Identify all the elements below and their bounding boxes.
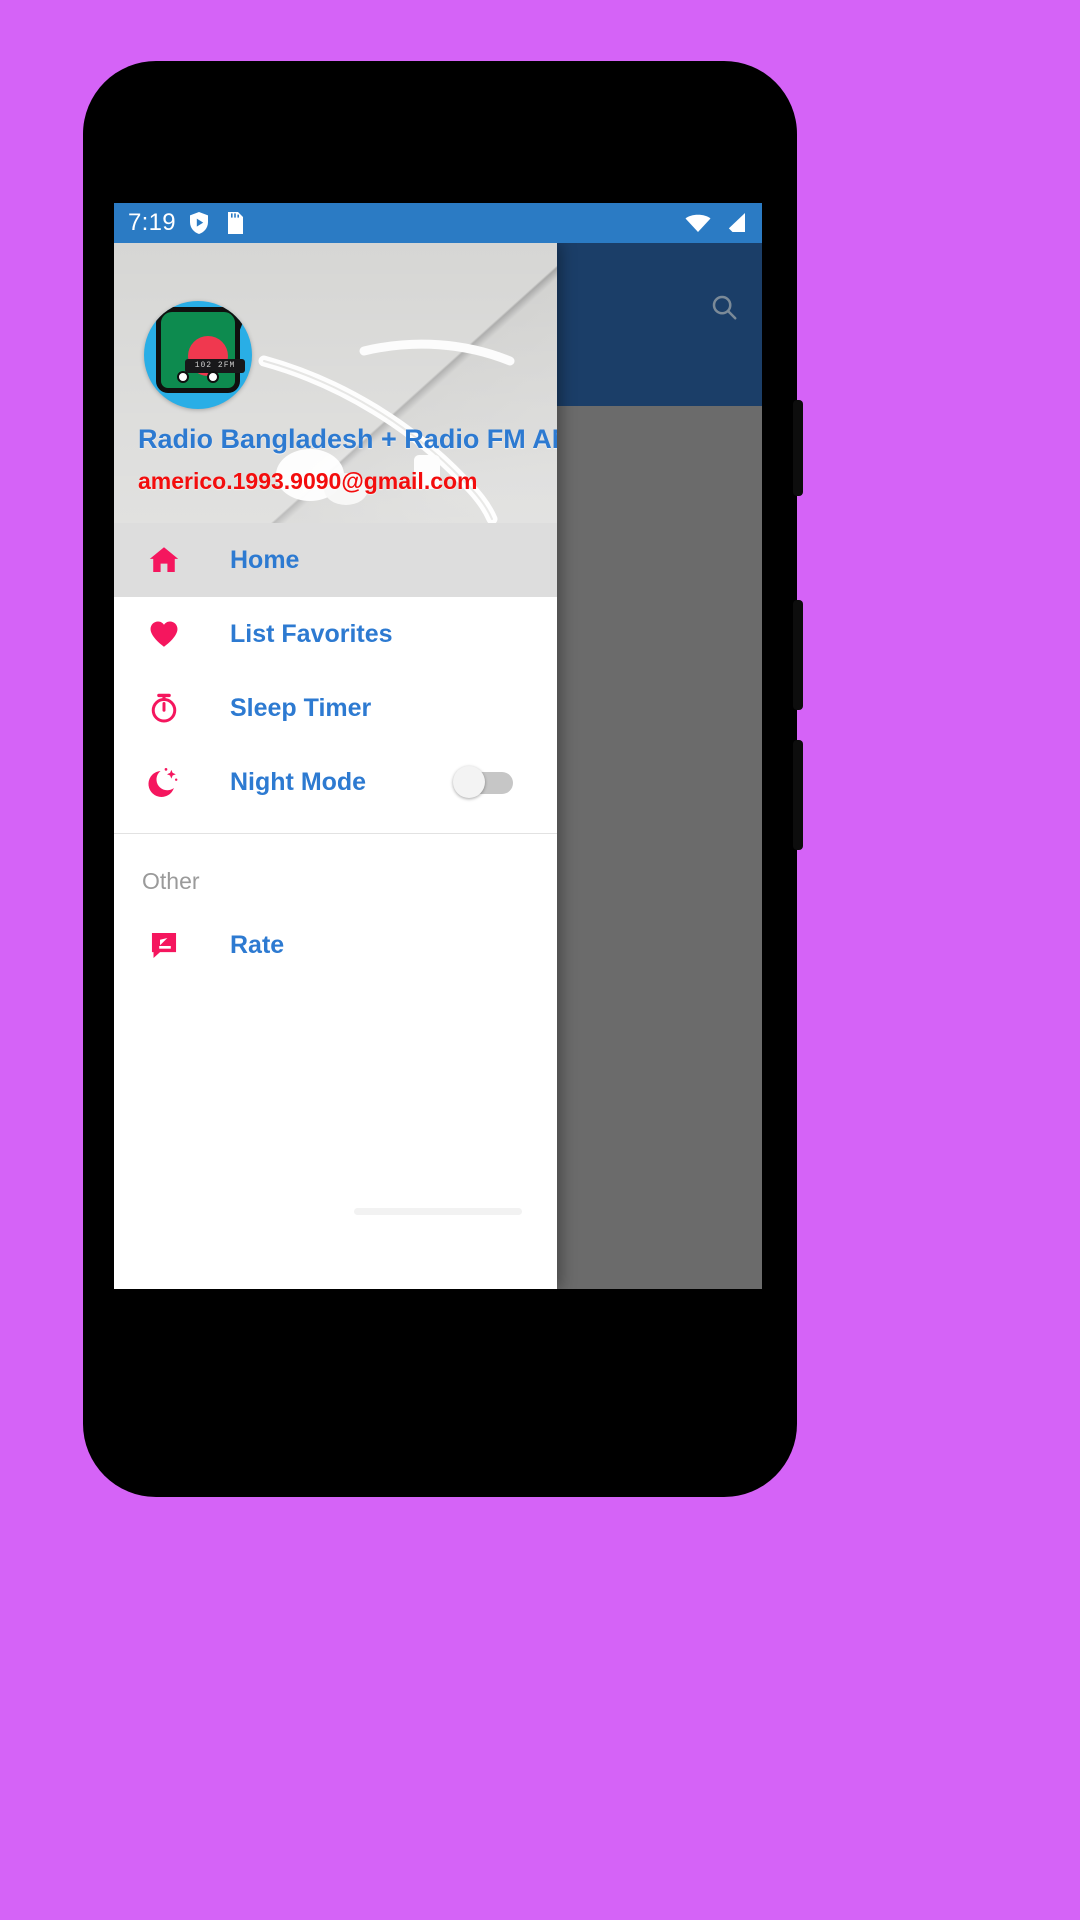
drawer-section-other: Other [114,834,557,908]
status-bar-clock: 7:19 [128,209,176,236]
logo-knob-right [207,371,219,383]
status-bar-left-icons [188,211,244,235]
drawer-item-label: List Favorites [230,619,393,648]
night-mode-toggle[interactable] [453,766,515,798]
drawer-account-email: americo.1993.9090@gmail.com [138,468,478,494]
drawer-item-home[interactable]: Home [114,523,557,597]
drawer-item-label: Home [230,545,300,574]
section-title: Other [142,867,200,894]
drawer-header: 102 2FM Radio Bangladesh + Radio FM AM a… [114,243,557,523]
phone-volume-up-button[interactable] [793,600,803,710]
phone-screen: dio F… MOST LISTENED [114,203,762,1289]
heart-icon [142,617,186,651]
moon-stars-icon [142,765,186,799]
app-logo: 102 2FM [144,301,252,409]
shield-play-icon [188,211,210,235]
drawer-item-label: Rate [230,930,285,959]
home-gesture-bar[interactable] [354,1208,522,1215]
drawer-menu-list: Home List Favorites Sleep Timer Night Mo… [114,523,557,982]
phone-volume-down-button[interactable] [793,740,803,850]
drawer-item-sleep-timer[interactable]: Sleep Timer [114,671,557,745]
stopwatch-icon [142,691,186,725]
logo-knob-left [177,371,189,383]
drawer-item-night-mode[interactable]: Night Mode [114,745,557,819]
logo-radio-body: 102 2FM [156,307,245,393]
drawer-item-label: Night Mode [230,767,367,796]
toggle-thumb [453,766,485,798]
sd-card-icon [224,211,244,235]
status-bar: 7:19 [114,203,762,243]
phone-power-button[interactable] [793,400,803,496]
drawer-app-name: Radio Bangladesh + Radio FM AM [138,424,557,454]
wifi-icon [684,212,712,234]
home-icon [142,543,186,577]
drawer-item-list-favorites[interactable]: List Favorites [114,597,557,671]
navigation-drawer: 102 2FM Radio Bangladesh + Radio FM AM a… [114,243,557,1289]
drawer-item-label: Sleep Timer [230,693,372,722]
status-bar-right-icons [684,212,748,234]
drawer-item-rate[interactable]: Rate [114,908,557,982]
search-icon[interactable] [704,287,744,327]
signal-icon [722,212,748,234]
rate-comment-icon [142,928,186,962]
